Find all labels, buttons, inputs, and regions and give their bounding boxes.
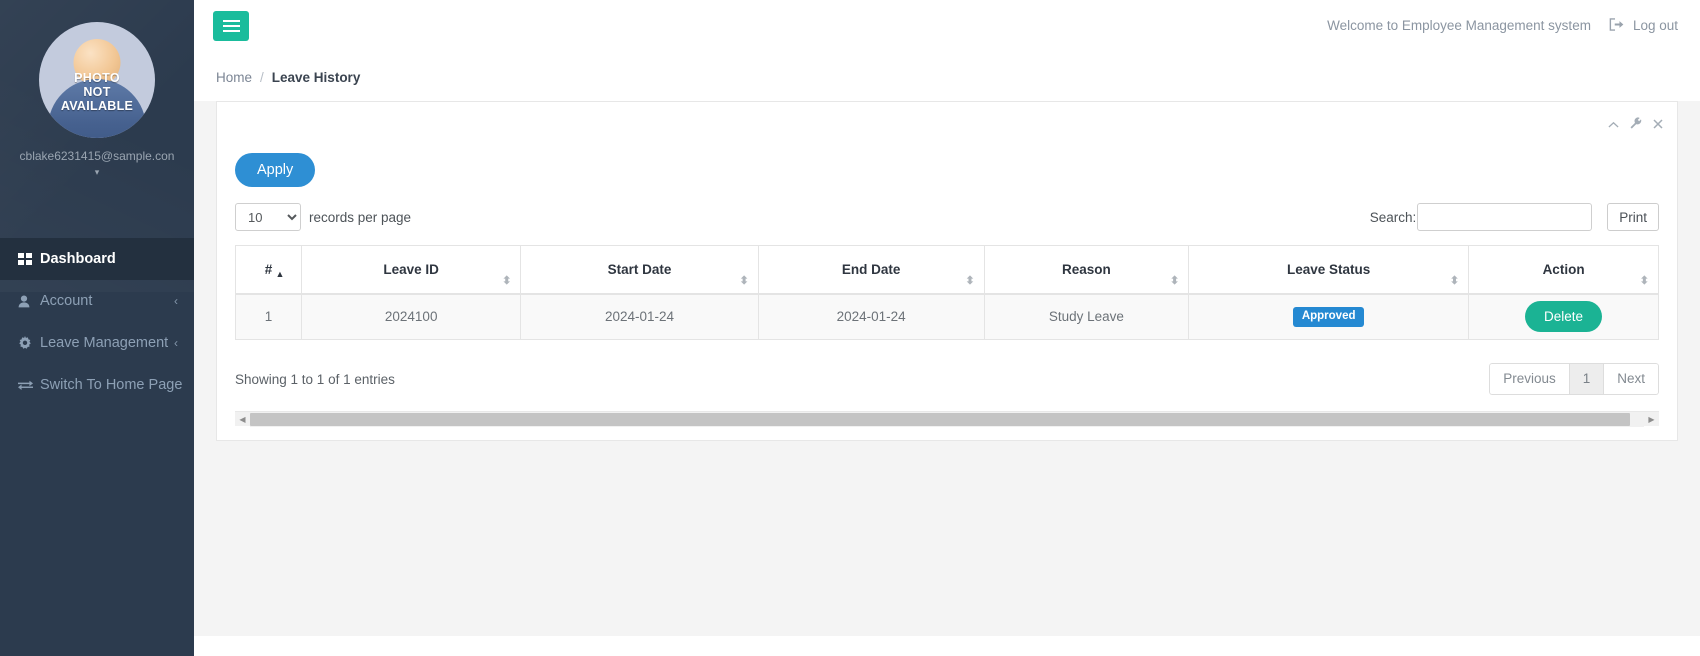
cell-end-date: 2024-01-24 (757, 293, 985, 340)
scroll-left-arrow-icon[interactable]: ◀ (235, 412, 250, 427)
sort-both-icon-leave-status: ⬍ (1449, 274, 1460, 287)
user-icon (18, 295, 40, 308)
pagination-page-1[interactable]: 1 (1569, 363, 1605, 395)
table-row: 1 2024100 2024-01-24 2024-01-24 Study Le… (235, 293, 1659, 340)
table-header-start-date[interactable]: Start Date ⬍ (520, 245, 759, 295)
table-header-label-leave-id: Leave ID (383, 261, 439, 277)
breadcrumb-current: Leave History (271, 70, 361, 85)
pagination-next[interactable]: Next (1604, 363, 1659, 395)
print-button[interactable]: Print (1607, 203, 1659, 231)
table-header-label-end-date: End Date (841, 261, 901, 277)
table-footer: Showing 1 to 1 of 1 entries Previous 1 N… (235, 356, 1659, 402)
sort-both-icon-reason: ⬍ (1169, 274, 1180, 287)
avatar: PHOTO NOT AVAILABLE (39, 22, 155, 138)
chevron-down-icon[interactable]: ▾ (0, 166, 194, 178)
sidebar-item-label-account: Account (40, 293, 93, 309)
scroll-right-arrow-icon[interactable]: ▶ (1644, 412, 1659, 427)
wrench-icon[interactable] (1630, 117, 1642, 131)
table-info: Showing 1 to 1 of 1 entries (235, 371, 395, 387)
logout-label: Log out (1632, 18, 1678, 33)
sidebar-item-label-switch-to-home-page: Switch To Home Page (40, 377, 183, 393)
cell-action: Delete (1468, 293, 1659, 340)
avatar-line-2: NOT (83, 85, 111, 99)
sidebar-item-dashboard[interactable]: Dashboard (0, 238, 194, 280)
table-header-reason[interactable]: Reason ⬍ (983, 245, 1190, 295)
leave-history-panel: Apply 10 25 50 100 records per page Sear… (216, 101, 1678, 441)
avatar-line-3: AVAILABLE (60, 99, 134, 113)
sidebar-item-account[interactable]: Account ‹ (0, 280, 194, 322)
sidebar-user-panel: PHOTO NOT AVAILABLE cblake6231415@sample… (0, 0, 194, 188)
cell-leave-id: 2024100 (300, 293, 522, 340)
logout-button[interactable]: Log out (1609, 17, 1678, 34)
sort-both-icon-end-date: ⬍ (965, 274, 975, 287)
scrollbar-track[interactable] (250, 411, 1644, 427)
sidebar-item-switch-to-home-page[interactable]: Switch To Home Page (0, 364, 194, 406)
chevron-up-icon[interactable] (1608, 118, 1619, 131)
sort-asc-icon-num: ▲ (275, 268, 285, 279)
table-header-end-date[interactable]: End Date ⬍ (757, 245, 985, 295)
topbar-right: Welcome to Employee Management system Lo… (1327, 17, 1678, 34)
cell-start-date: 2024-01-24 (520, 293, 759, 340)
search-input[interactable] (1417, 203, 1593, 231)
table-header-label-leave-status: Leave Status (1287, 261, 1371, 277)
delete-button[interactable]: Delete (1525, 301, 1603, 333)
horizontal-scrollbar[interactable]: ◀ ▶ (235, 411, 1659, 427)
table-body: 1 2024100 2024-01-24 2024-01-24 Study Le… (235, 293, 1659, 340)
app-root: PHOTO NOT AVAILABLE cblake6231415@sample… (0, 0, 1700, 656)
table-toolbar-right: Search: Print (1370, 203, 1659, 231)
table-toolbar: 10 25 50 100 records per page Search: Pr… (235, 203, 1659, 231)
grid-icon (18, 253, 40, 265)
table-header-action[interactable]: Action ⬍ (1468, 245, 1659, 295)
apply-button[interactable]: Apply (235, 153, 316, 187)
close-icon[interactable] (1653, 118, 1663, 131)
exchange-icon (18, 379, 40, 391)
sidebar-item-label-leave-management: Leave Management (40, 335, 169, 351)
scrollbar-thumb[interactable] (250, 412, 1631, 426)
topbar: Welcome to Employee Management system Lo… (194, 0, 1700, 52)
sort-both-icon-leave-id: ⬍ (502, 274, 512, 287)
user-email: cblake6231415@sample.con (19, 149, 175, 163)
hamburger-icon[interactable] (213, 10, 249, 41)
table-header-label-num: # (264, 261, 273, 277)
content-area: Apply 10 25 50 100 records per page Sear… (194, 101, 1700, 636)
welcome-text: Welcome to Employee Management system (1327, 18, 1591, 33)
sidebar-nav: Dashboard Account ‹ Leave Management ‹ S… (0, 238, 194, 406)
table-header-label-start-date: Start Date (607, 261, 672, 277)
chevron-left-icon-account: ‹ (174, 294, 178, 308)
search-label: Search: (1369, 209, 1417, 225)
sign-out-icon (1609, 17, 1624, 34)
leave-history-table: # ▲ Leave ID ⬍ Start Date ⬍ End Date ⬍ R… (235, 245, 1659, 340)
panel-body: Apply 10 25 50 100 records per page Sear… (217, 147, 1677, 440)
table-header-leave-id[interactable]: Leave ID ⬍ (300, 245, 522, 295)
status-badge: Approved (1292, 307, 1365, 327)
sidebar-item-leave-management[interactable]: Leave Management ‹ (0, 322, 194, 364)
panel-header (217, 102, 1677, 147)
cell-num: 1 (235, 293, 302, 340)
pagination-previous[interactable]: Previous (1489, 363, 1570, 395)
cell-reason: Study Leave (983, 293, 1190, 340)
records-per-page-label: records per page (309, 209, 412, 225)
sort-both-icon-action: ⬍ (1639, 274, 1649, 287)
main-area: Welcome to Employee Management system Lo… (194, 0, 1700, 656)
sort-both-icon-start-date: ⬍ (739, 274, 749, 287)
table-header-label-reason: Reason (1061, 261, 1111, 277)
breadcrumb-separator: / (260, 70, 264, 85)
sidebar-item-label-dashboard: Dashboard (40, 251, 116, 267)
breadcrumb: Home / Leave History (194, 52, 1700, 101)
table-header-leave-status[interactable]: Leave Status ⬍ (1188, 245, 1470, 295)
chevron-left-icon-leave-management: ‹ (174, 336, 178, 350)
cell-leave-status: Approved (1188, 293, 1470, 340)
avatar-line-1: PHOTO (74, 71, 120, 85)
avatar-placeholder-text: PHOTO NOT AVAILABLE (39, 71, 155, 113)
table-head: # ▲ Leave ID ⬍ Start Date ⬍ End Date ⬍ R… (235, 245, 1659, 295)
gear-icon (18, 336, 40, 350)
records-per-page-select[interactable]: 10 25 50 100 (235, 203, 301, 231)
breadcrumb-home[interactable]: Home (216, 70, 252, 85)
table-header-row: # ▲ Leave ID ⬍ Start Date ⬍ End Date ⬍ R… (235, 245, 1659, 295)
table-header-label-action: Action (1542, 261, 1585, 277)
sidebar: PHOTO NOT AVAILABLE cblake6231415@sample… (0, 0, 194, 656)
table-header-num[interactable]: # ▲ (235, 245, 302, 295)
pagination: Previous 1 Next (1489, 363, 1659, 395)
